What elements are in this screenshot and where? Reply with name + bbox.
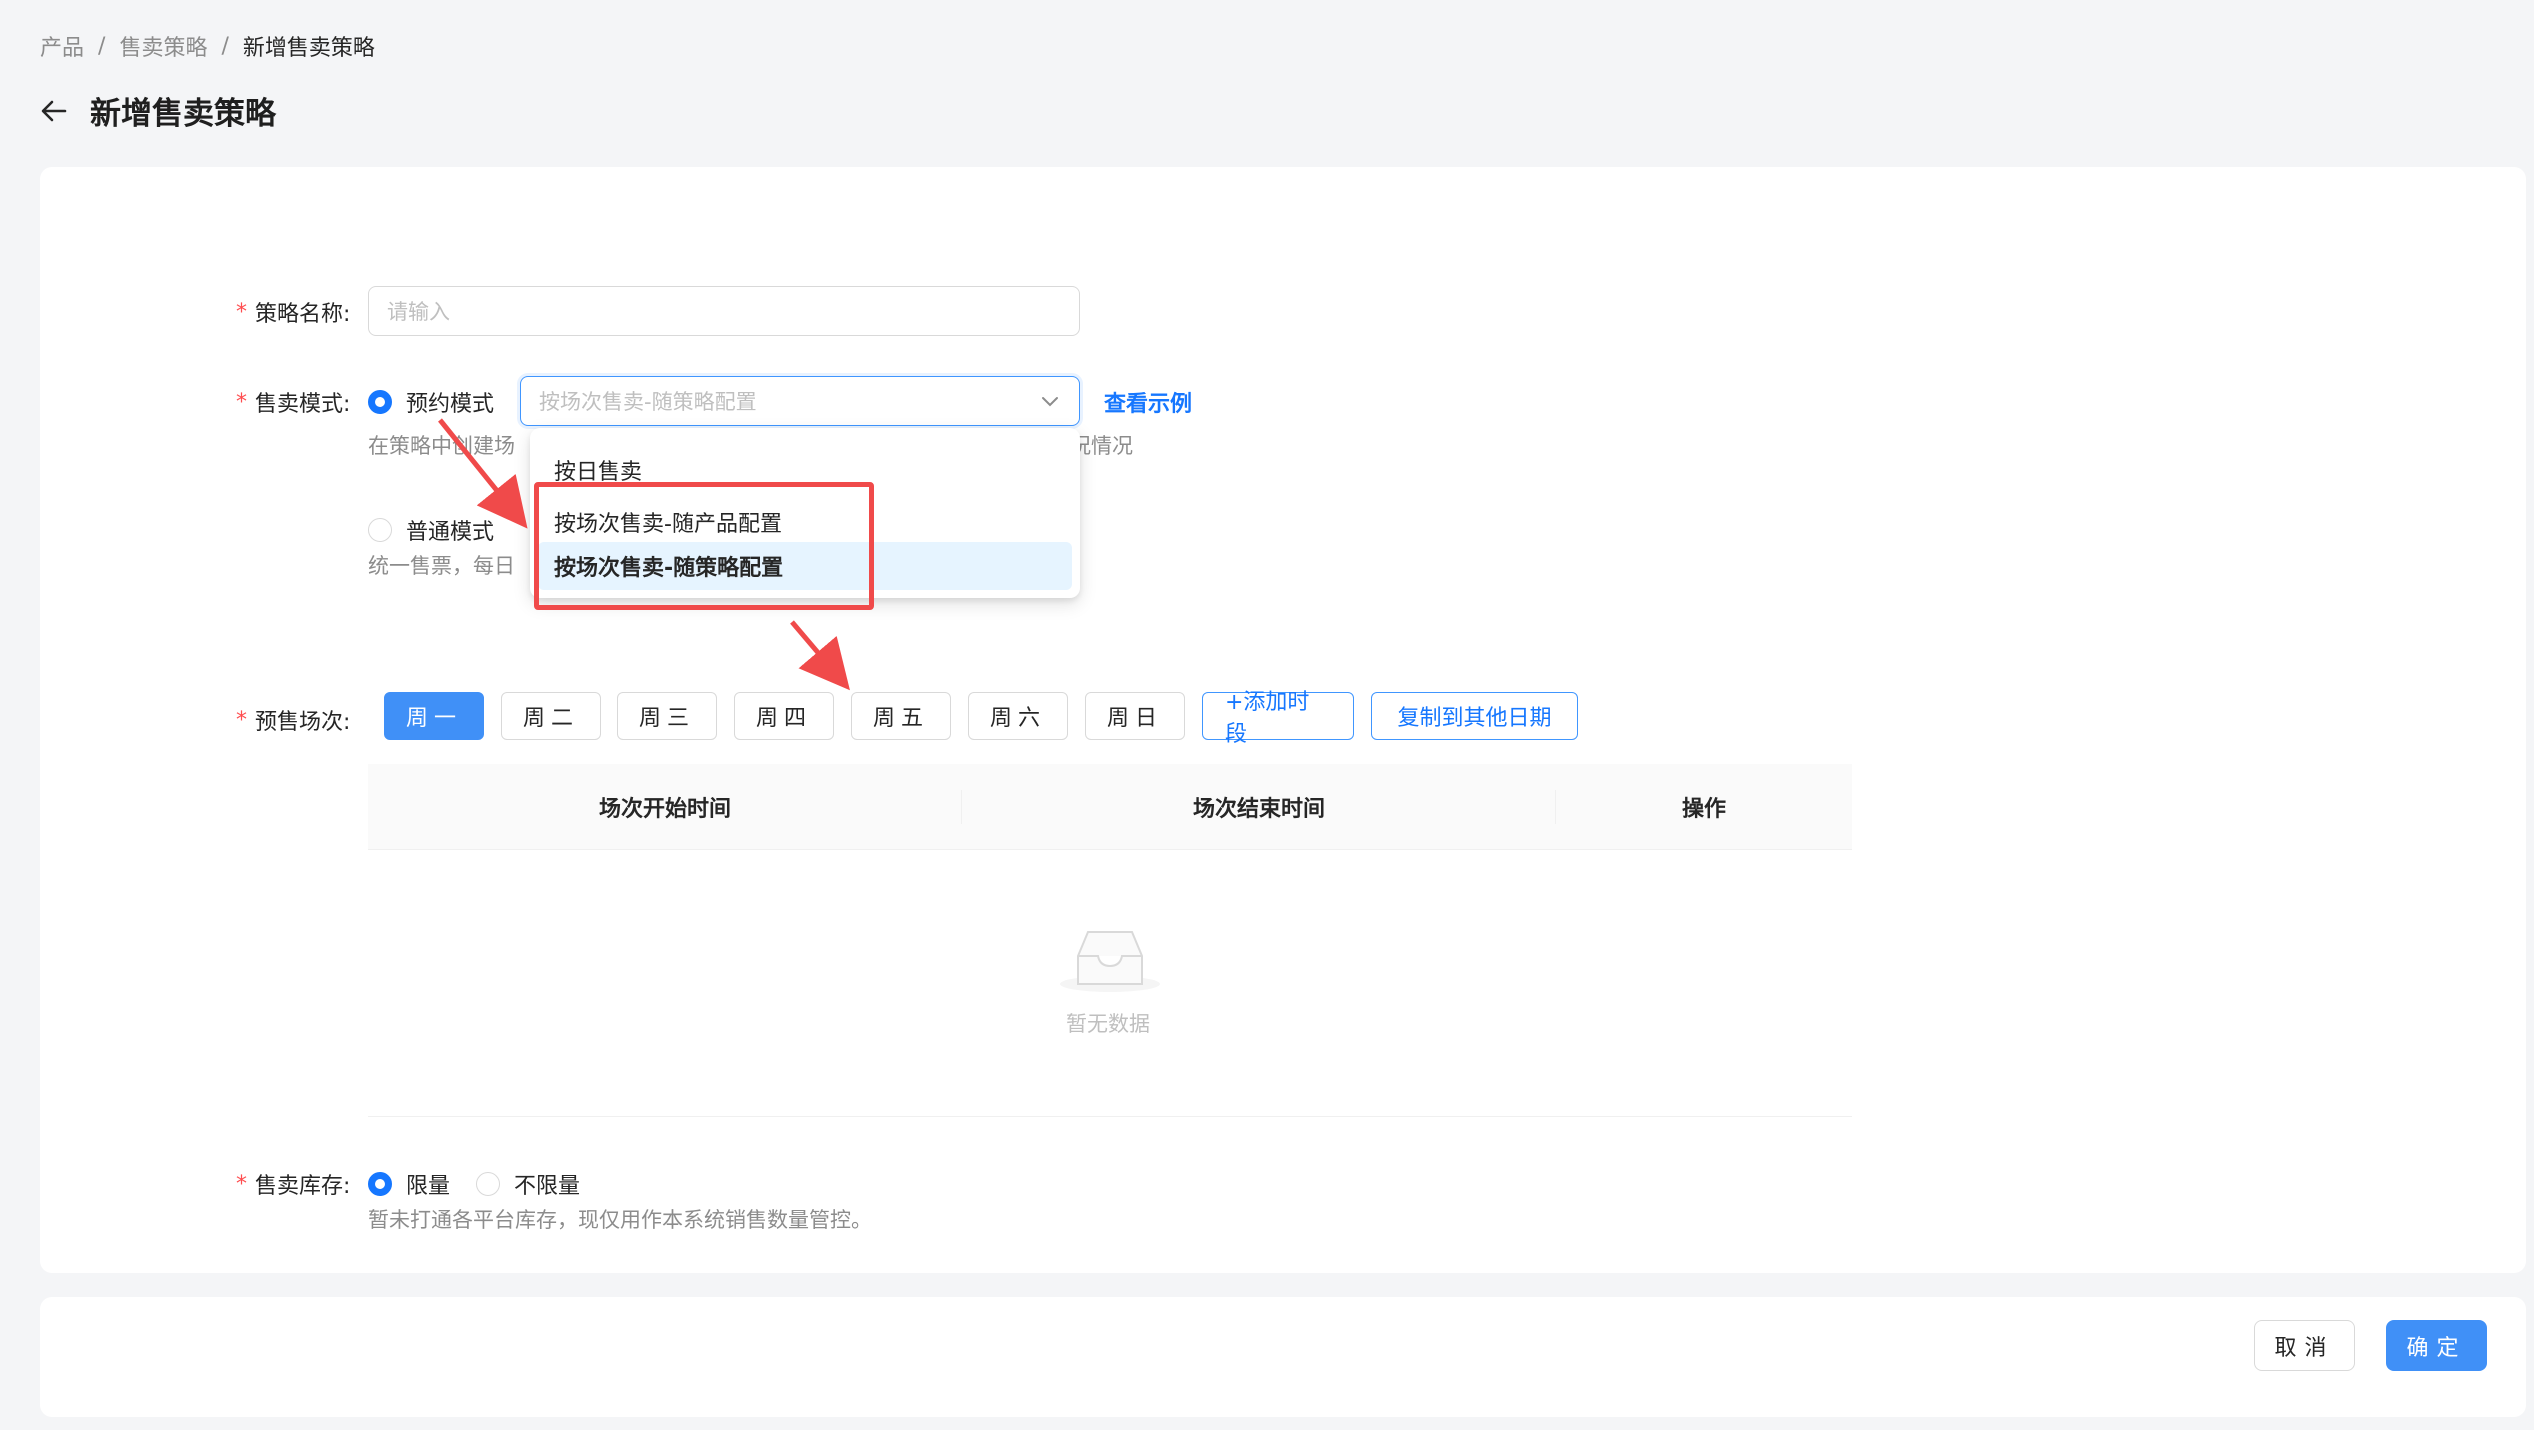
confirm-button[interactable]: 确定: [2386, 1320, 2487, 1371]
footer-bar: [40, 1297, 2526, 1417]
annotation-arrow-1: [438, 418, 528, 529]
cancel-button[interactable]: 取消: [2254, 1320, 2355, 1371]
annotation-arrows: [438, 418, 850, 691]
annotation-arrow-2: [790, 620, 850, 691]
